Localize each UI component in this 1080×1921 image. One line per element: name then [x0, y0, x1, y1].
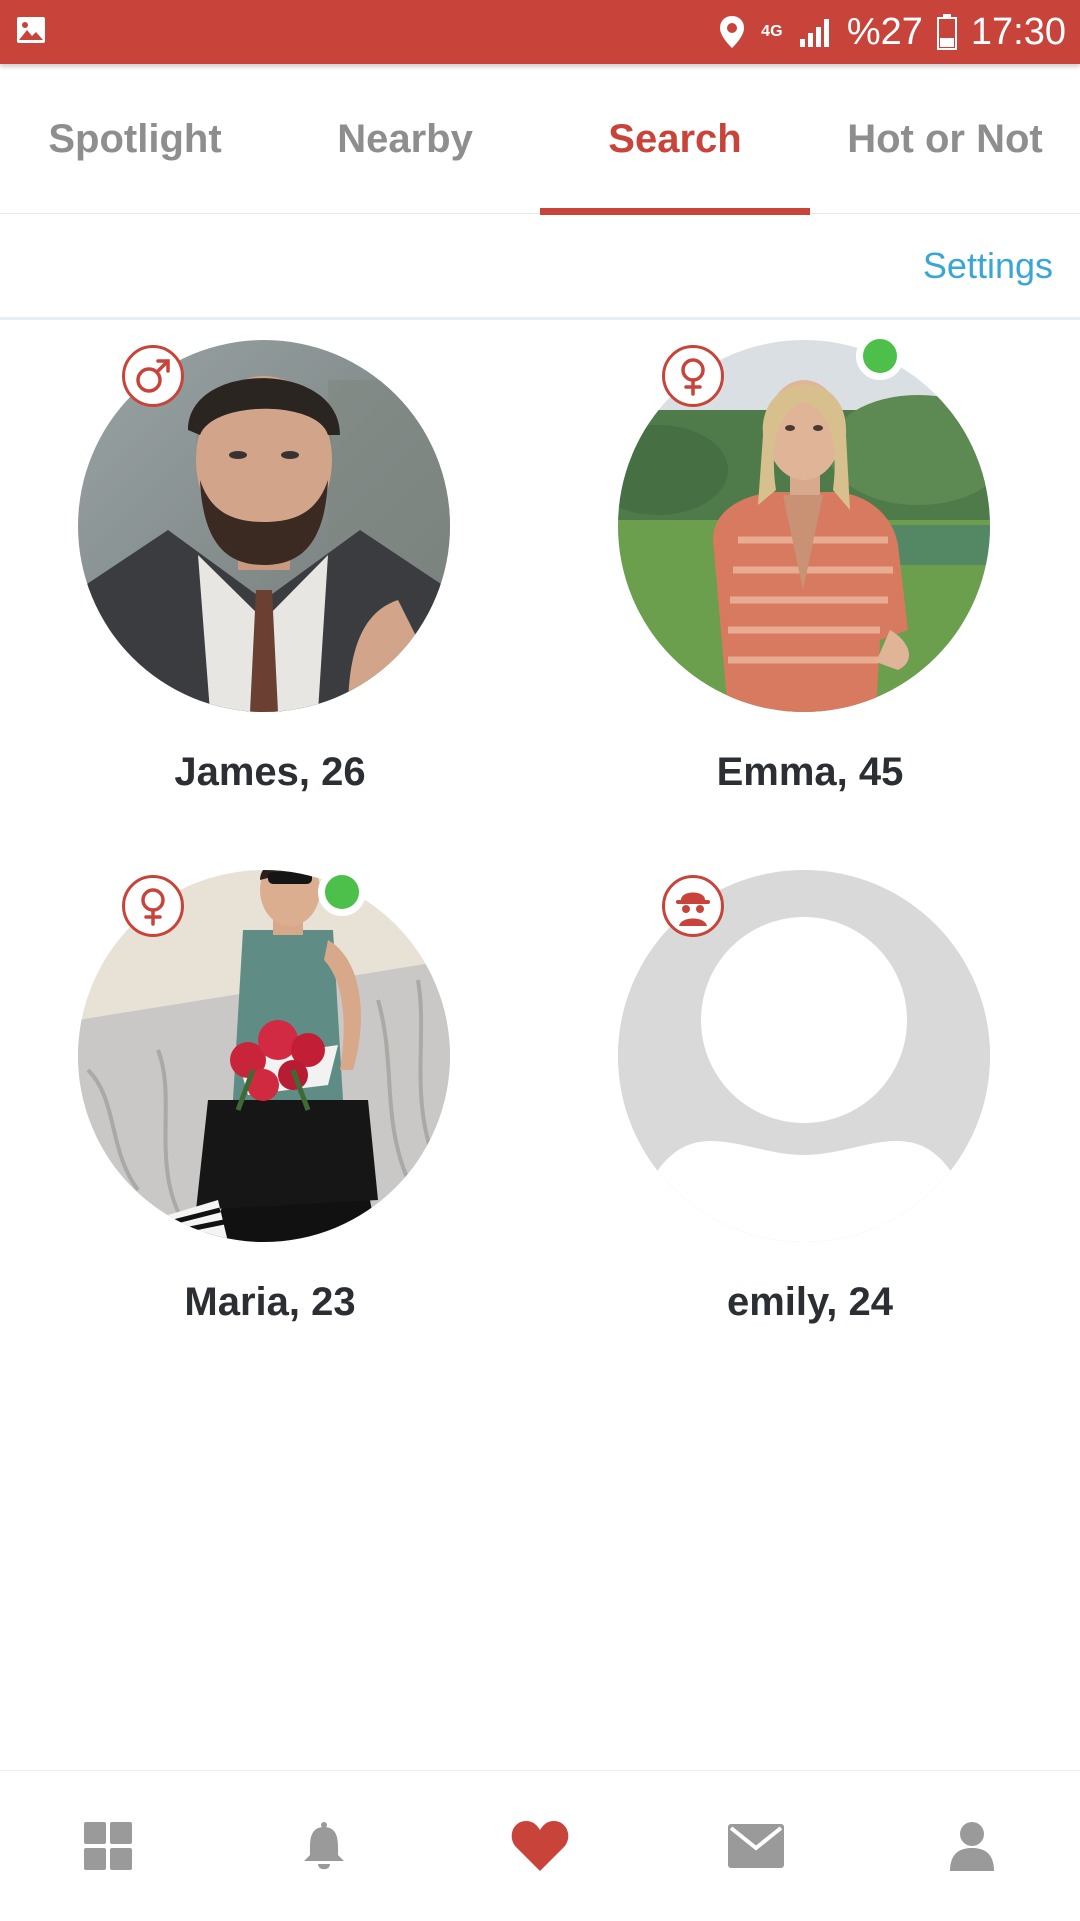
- bottom-navigation: [0, 1770, 1080, 1920]
- profile-icon: [950, 1822, 994, 1871]
- nav-encounters[interactable]: [432, 1771, 648, 1921]
- male-icon: [136, 359, 170, 393]
- nav-notifications[interactable]: [216, 1771, 432, 1921]
- anonymous-icon: [676, 892, 710, 926]
- settings-link[interactable]: Settings: [923, 245, 1053, 287]
- signal-icon: [799, 19, 829, 47]
- tab-label: Spotlight: [48, 116, 222, 161]
- tab-label: Hot or Not: [847, 116, 1043, 161]
- heart-icon: [511, 1821, 569, 1871]
- clock: 17:30: [970, 11, 1066, 53]
- gender-badge: [122, 875, 184, 937]
- bell-icon: [304, 1822, 344, 1870]
- profile-name: emily, 24: [726, 1280, 894, 1324]
- gender-badge: [662, 875, 724, 937]
- tab-label: Search: [608, 116, 742, 161]
- gender-badge: [122, 345, 184, 407]
- gallery-icon: [17, 17, 45, 43]
- tab-hot-or-not[interactable]: Hot or Not: [810, 64, 1080, 214]
- female-icon: [681, 358, 705, 396]
- nav-profile[interactable]: [864, 1771, 1080, 1921]
- tab-label: Nearby: [337, 116, 473, 161]
- tab-nearby[interactable]: Nearby: [270, 64, 540, 214]
- female-icon: [141, 888, 165, 926]
- network-type: 4G: [761, 23, 783, 40]
- profile-name: Maria, 23: [184, 1280, 356, 1324]
- profile-card[interactable]: James, 26: [0, 340, 540, 860]
- status-bar: 4G %27 17:30: [0, 0, 1080, 64]
- profile-name: Emma, 45: [716, 750, 904, 794]
- tab-search[interactable]: Search: [540, 64, 810, 215]
- profile-card[interactable]: Maria, 23: [0, 868, 540, 1390]
- profile-card[interactable]: Emma, 45: [540, 332, 1080, 860]
- location-icon: [719, 16, 744, 48]
- active-tab-indicator: [540, 208, 810, 215]
- profile-name: James, 26: [174, 750, 366, 794]
- mail-icon: [728, 1824, 784, 1868]
- grid-icon: [84, 1822, 132, 1870]
- battery-icon: [936, 14, 957, 50]
- online-indicator: [318, 868, 366, 916]
- battery-percent: %27: [846, 11, 923, 53]
- nav-messages[interactable]: [648, 1771, 864, 1921]
- gender-badge: [662, 345, 724, 407]
- profile-card[interactable]: emily, 24: [540, 870, 1080, 1390]
- nav-browse[interactable]: [0, 1771, 216, 1921]
- online-indicator: [856, 332, 904, 380]
- filter-bar: Settings: [0, 215, 1080, 320]
- tab-spotlight[interactable]: Spotlight: [0, 64, 270, 214]
- tab-bar: Spotlight Nearby Search Hot or Not: [0, 64, 1080, 215]
